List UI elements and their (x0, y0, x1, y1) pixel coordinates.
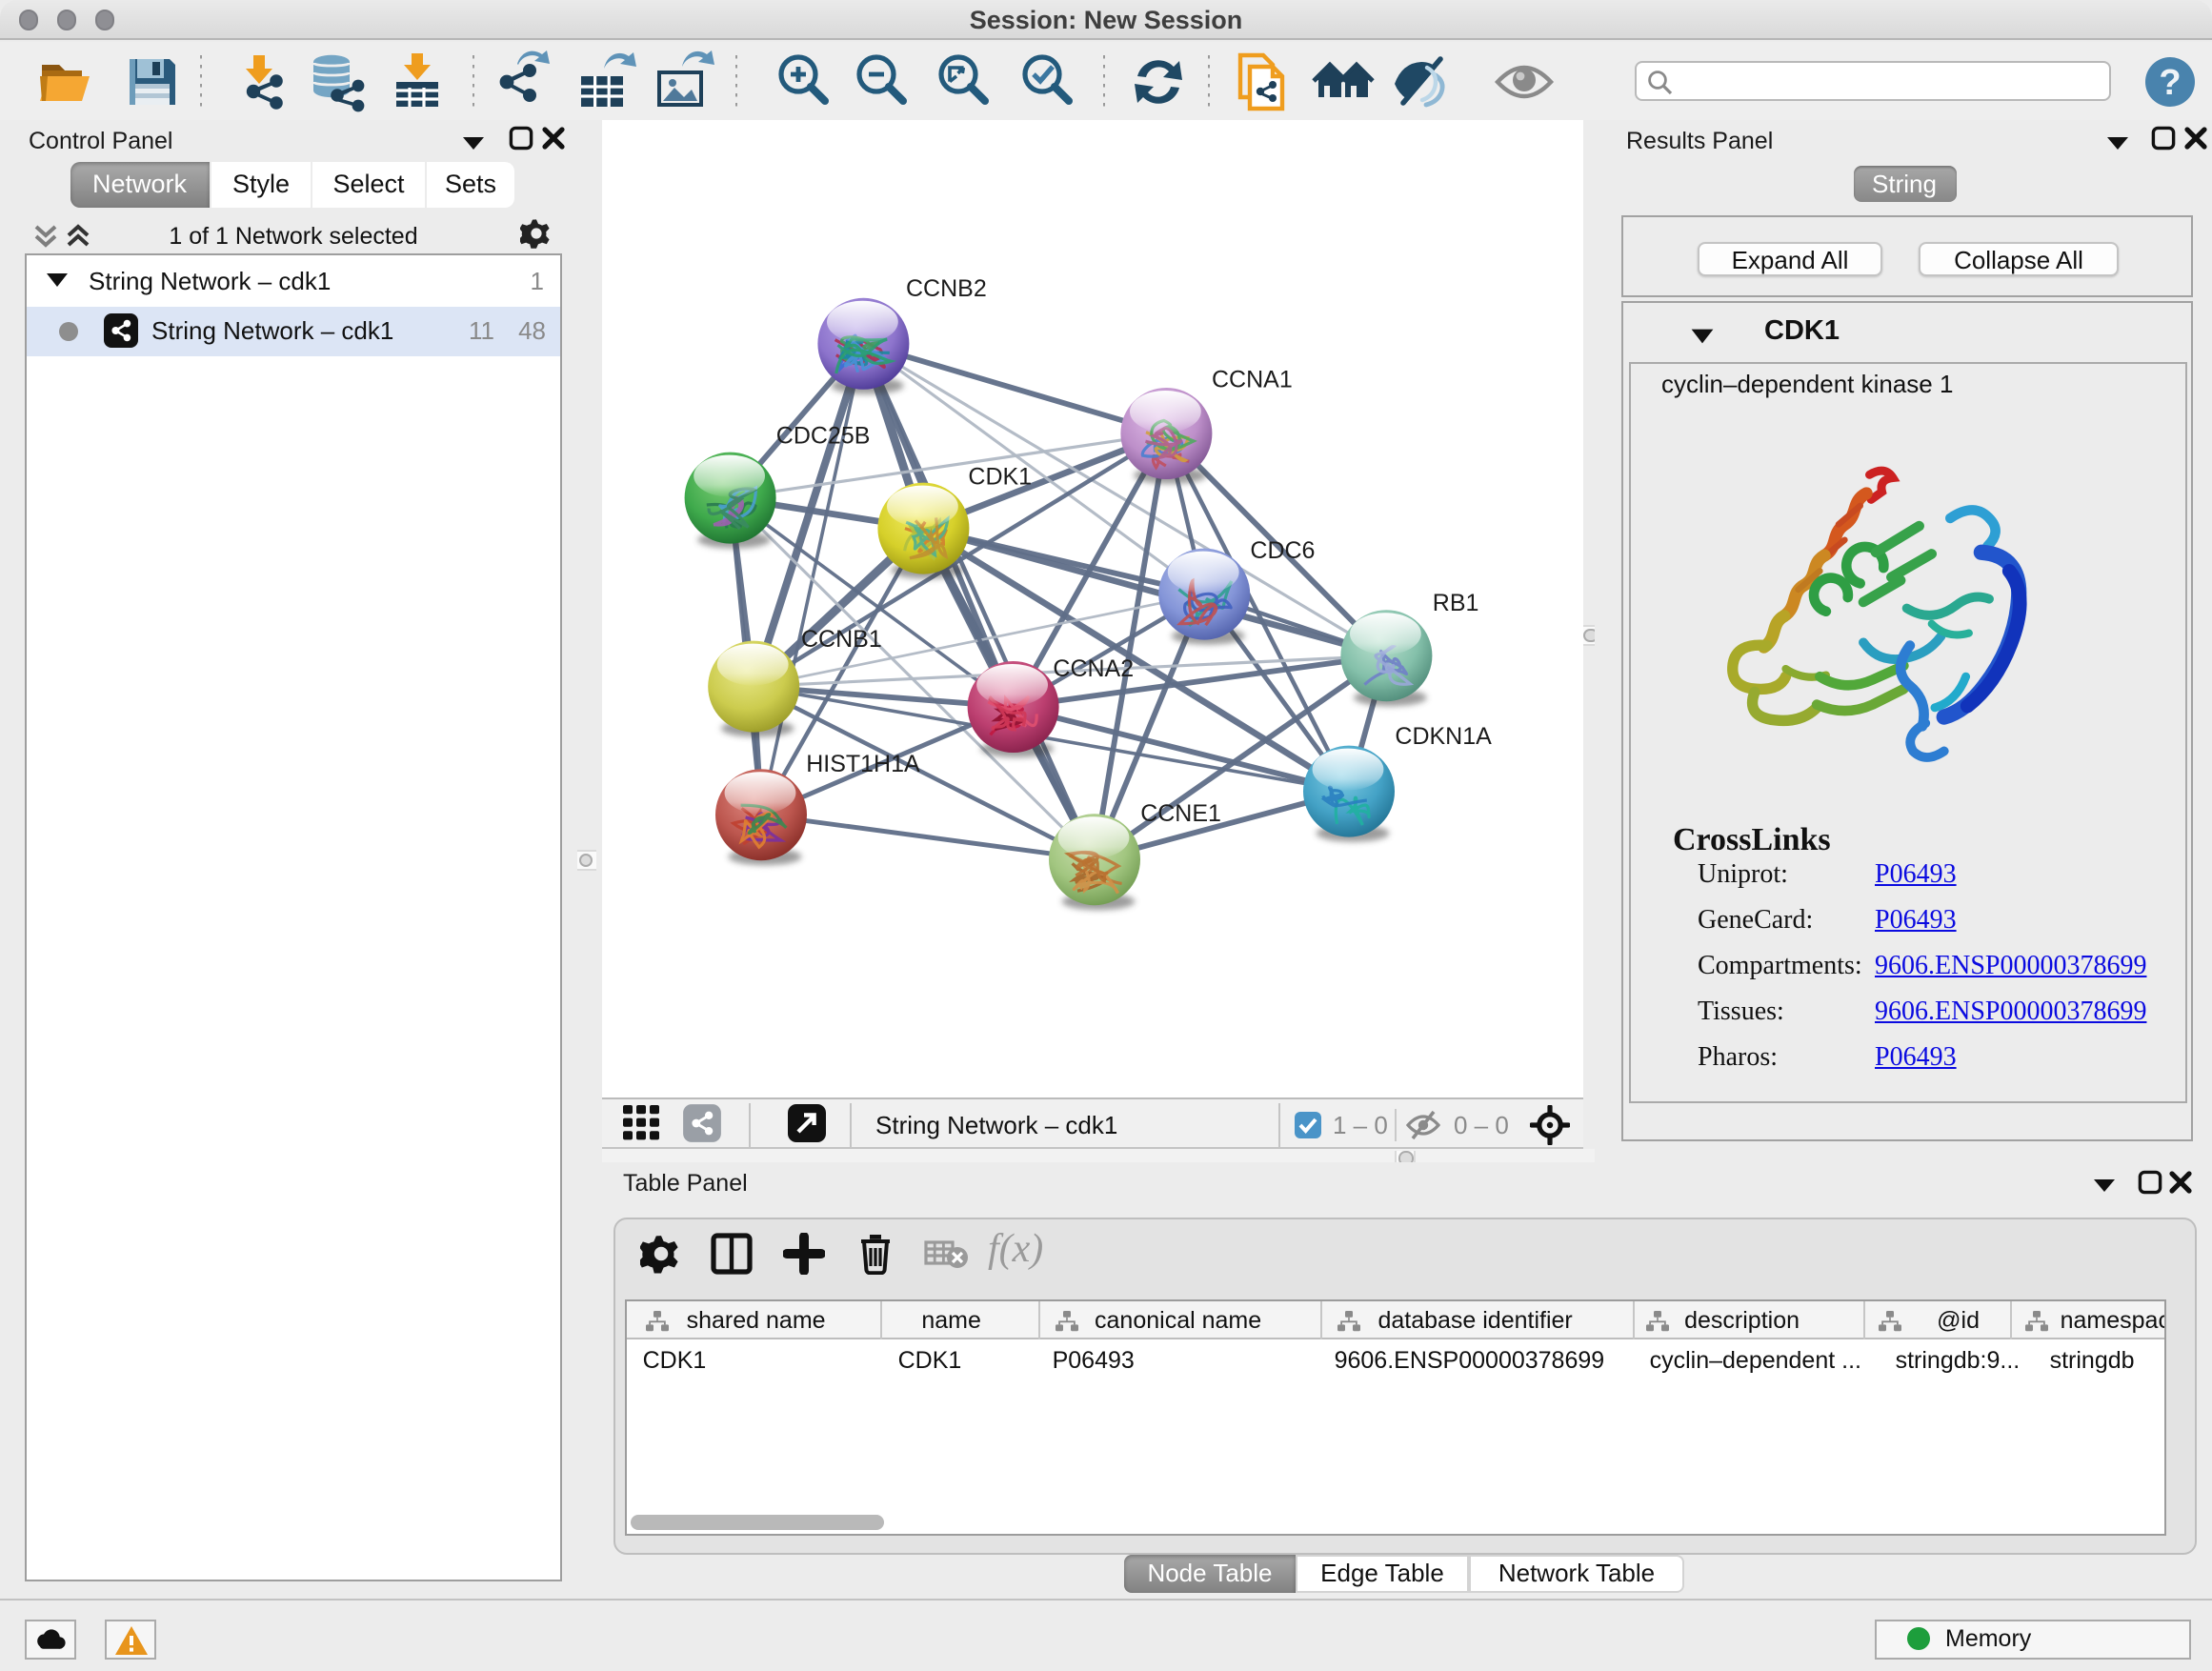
svg-text:RB1: RB1 (1432, 589, 1478, 615)
svg-text:CCNB2: CCNB2 (905, 274, 986, 301)
svg-text:CDC6: CDC6 (1249, 536, 1314, 563)
svg-text:?: ? (2158, 62, 2180, 102)
svg-text:CCNA2: CCNA2 (1052, 654, 1133, 681)
svg-text:CCNE1: CCNE1 (1139, 799, 1220, 826)
svg-text:CCNB1: CCNB1 (800, 625, 881, 652)
svg-text:CCNA1: CCNA1 (1211, 365, 1292, 392)
svg-text:CDK1: CDK1 (967, 463, 1031, 490)
svg-text:CDKN1A: CDKN1A (1394, 722, 1491, 749)
svg-text:CDC25B: CDC25B (775, 422, 870, 449)
svg-text:HIST1H1A: HIST1H1A (805, 750, 919, 776)
